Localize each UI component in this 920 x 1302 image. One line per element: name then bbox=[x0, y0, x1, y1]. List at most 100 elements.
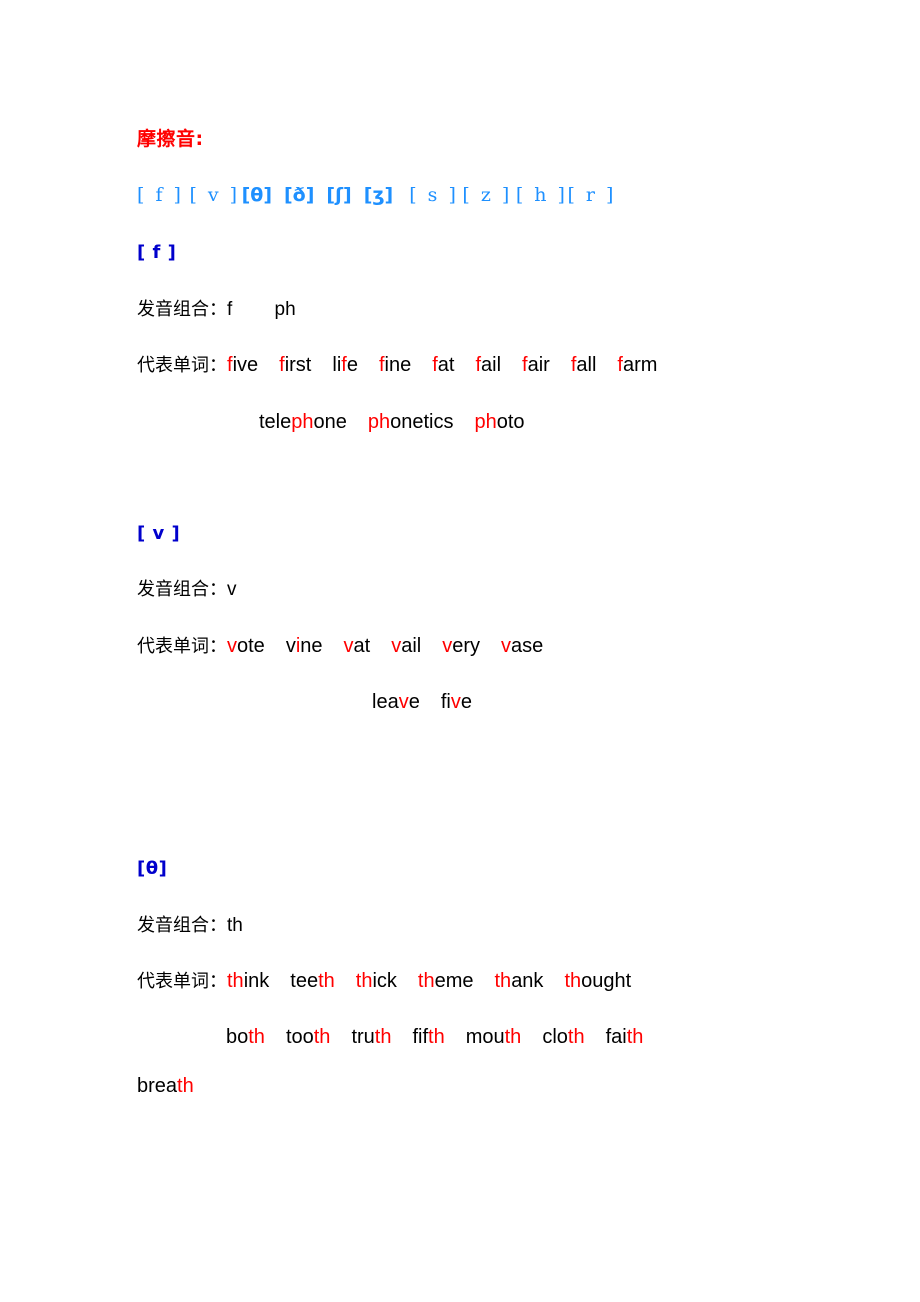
example-word: faith bbox=[606, 1027, 644, 1047]
example-word: fine bbox=[379, 355, 411, 375]
word-suffix: e bbox=[408, 691, 420, 713]
word-suffix: ought bbox=[581, 970, 632, 992]
word-highlight: th bbox=[504, 1026, 522, 1048]
example-word: fail bbox=[475, 355, 501, 375]
word-suffix: air bbox=[527, 354, 550, 376]
example-word: theme bbox=[418, 971, 474, 991]
combination-label: 发音组合： bbox=[137, 299, 227, 320]
example-word: think bbox=[227, 971, 269, 991]
word-row-theta-3: breath bbox=[137, 1076, 194, 1096]
words-label: 代表单词： bbox=[137, 355, 227, 376]
combination-label: 发音组合： bbox=[137, 579, 227, 600]
word-suffix: one bbox=[313, 411, 347, 433]
word-suffix: ase bbox=[511, 635, 544, 657]
word-row-f-2: telephone phonetics photo bbox=[259, 412, 525, 432]
example-word: both bbox=[226, 1027, 265, 1047]
example-word: photo bbox=[475, 412, 525, 432]
phoneme-symbol-1: [ f ] bbox=[137, 184, 184, 206]
word-prefix: clo bbox=[542, 1026, 568, 1048]
word-highlight: th bbox=[626, 1026, 644, 1048]
word-row-theta-1: 代表单词：think teeth thick theme thank thought bbox=[137, 971, 631, 991]
word-suffix: ink bbox=[243, 970, 270, 992]
word-prefix: lea bbox=[372, 691, 399, 713]
word-highlight: v bbox=[343, 635, 354, 657]
word-prefix: tru bbox=[351, 1026, 375, 1048]
example-word: breath bbox=[137, 1076, 194, 1096]
word-highlight: th bbox=[428, 1026, 445, 1048]
page-title: 摩擦音: bbox=[137, 128, 204, 150]
word-highlight: th bbox=[177, 1075, 194, 1097]
word-highlight: th bbox=[374, 1026, 392, 1048]
phoneme-heading-v: [ v ] bbox=[137, 523, 181, 544]
word-highlight: th bbox=[567, 1026, 585, 1048]
word-suffix: ive bbox=[232, 354, 259, 376]
word-highlight: th bbox=[227, 970, 244, 992]
example-word: phonetics bbox=[368, 412, 454, 432]
example-word: five bbox=[227, 355, 258, 375]
word-suffix: ote bbox=[237, 635, 265, 657]
word-prefix: mou bbox=[465, 1026, 505, 1048]
combination-row-v: 发音组合：v bbox=[137, 580, 237, 599]
combination-value-v: v bbox=[227, 579, 237, 600]
fricative-symbol-index: [ f ][ v ] [θ] [ð] [ʃ] [ʒ] [ s ][ z ][ h ][ r… bbox=[137, 186, 616, 205]
word-suffix: e bbox=[460, 691, 472, 713]
word-prefix: bo bbox=[226, 1026, 249, 1048]
word-row-v-1: 代表单词：vote vine vat vail very vase bbox=[137, 636, 543, 656]
word-suffix: irst bbox=[284, 354, 312, 376]
word-suffix: ine bbox=[384, 354, 412, 376]
words-label: 代表单词： bbox=[137, 636, 227, 657]
example-word: mouth bbox=[466, 1027, 522, 1047]
phoneme-symbol-5: [ʃ] bbox=[326, 184, 352, 206]
word-prefix: fif bbox=[412, 1026, 429, 1048]
example-word: vase bbox=[501, 636, 543, 656]
phoneme-symbol-8: [ z ] bbox=[462, 184, 512, 206]
example-word: vine bbox=[286, 636, 323, 656]
phoneme-symbol-7: [ s ] bbox=[409, 184, 459, 206]
word-highlight: v bbox=[398, 691, 409, 713]
word-suffix: ank bbox=[511, 970, 544, 992]
example-word: leave bbox=[372, 692, 420, 712]
phoneme-heading-theta: [θ] bbox=[137, 858, 168, 879]
word-highlight: v bbox=[442, 635, 453, 657]
word-suffix: at bbox=[437, 354, 455, 376]
word-highlight: v bbox=[227, 635, 237, 657]
phoneme-symbol-6: [ʒ] bbox=[363, 184, 394, 206]
phoneme-symbol-2: [ v ] bbox=[189, 184, 240, 206]
word-suffix: eme bbox=[434, 970, 474, 992]
word-suffix: ery bbox=[452, 635, 481, 657]
example-word: cloth bbox=[542, 1027, 584, 1047]
phoneme-symbol-10: [ r ] bbox=[567, 184, 616, 206]
word-suffix: ne bbox=[300, 635, 323, 657]
word-highlight: v bbox=[450, 691, 461, 713]
combination-row-f: 发音组合：f ph bbox=[137, 300, 296, 319]
word-suffix: all bbox=[576, 354, 597, 376]
example-word: fair bbox=[522, 355, 550, 375]
example-word: first bbox=[279, 355, 311, 375]
word-prefix: v bbox=[285, 635, 296, 657]
word-highlight: v bbox=[501, 635, 512, 657]
example-word: very bbox=[442, 636, 480, 656]
phoneme-symbol-9: [ h ] bbox=[515, 184, 568, 206]
example-word: teeth bbox=[290, 971, 335, 991]
example-word: vail bbox=[391, 636, 421, 656]
combination-value-theta: th bbox=[227, 915, 243, 936]
example-word: fall bbox=[571, 355, 597, 375]
word-suffix: ick bbox=[372, 970, 397, 992]
word-prefix: tele bbox=[259, 411, 292, 433]
example-word: life bbox=[332, 355, 358, 375]
word-row-theta-2: both tooth truth fifth mouth cloth faith bbox=[226, 1027, 643, 1047]
example-word: telephone bbox=[259, 412, 347, 432]
word-suffix: onetics bbox=[390, 411, 454, 433]
word-suffix: e bbox=[346, 354, 358, 376]
word-prefix: tee bbox=[290, 970, 319, 992]
phoneme-symbol-4: [ð] bbox=[284, 184, 315, 206]
word-prefix: fi bbox=[440, 691, 451, 713]
word-highlight: th bbox=[417, 970, 435, 992]
example-word: truth bbox=[351, 1027, 391, 1047]
example-word: thank bbox=[495, 971, 544, 991]
combination-row-theta: 发音组合：th bbox=[137, 916, 243, 935]
word-suffix: ail bbox=[481, 354, 502, 376]
word-highlight: th bbox=[564, 970, 582, 992]
phoneme-heading-f: [ f ] bbox=[137, 242, 177, 263]
example-word: tooth bbox=[286, 1027, 331, 1047]
